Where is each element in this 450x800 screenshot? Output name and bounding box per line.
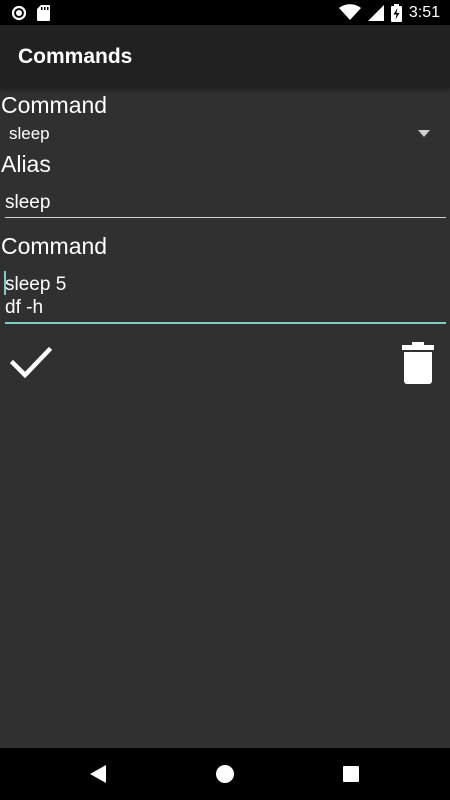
- delete-button[interactable]: [401, 342, 435, 390]
- sd-card-icon: [37, 5, 50, 21]
- wifi-icon: [338, 4, 361, 20]
- command-spinner-value: sleep: [9, 124, 50, 143]
- script-line: df -h: [5, 297, 44, 318]
- navigation-bar: [0, 748, 450, 800]
- script-line: sleep 5: [5, 274, 67, 295]
- trash-icon: [402, 342, 434, 384]
- status-left-icons: [11, 5, 50, 21]
- status-clock: 3:51: [408, 4, 440, 21]
- dropdown-arrow-icon: [418, 130, 430, 137]
- alias-underline: [5, 217, 446, 218]
- status-bar: 3:51: [0, 0, 450, 25]
- script-underline: [5, 322, 446, 324]
- command-spinner[interactable]: sleep: [0, 120, 450, 150]
- confirm-button[interactable]: [9, 346, 53, 385]
- back-icon[interactable]: [90, 765, 106, 783]
- circle-notification-icon: [11, 5, 27, 21]
- alias-input[interactable]: sleep: [5, 192, 446, 214]
- alias-label: Alias: [1, 151, 51, 177]
- command-label: Command: [1, 92, 108, 118]
- battery-charging-icon: [390, 3, 402, 22]
- signal-icon: [367, 4, 384, 21]
- check-icon: [9, 346, 53, 379]
- recents-icon[interactable]: [343, 766, 359, 782]
- script-label: Command: [1, 233, 108, 259]
- home-icon[interactable]: [215, 764, 235, 784]
- status-right-icons: 3:51: [338, 3, 440, 22]
- app-bar-title: Commands: [18, 45, 133, 68]
- app-bar: Commands: [0, 25, 450, 88]
- screen: 3:51 Commands Command sleep Alias sleep …: [0, 0, 450, 800]
